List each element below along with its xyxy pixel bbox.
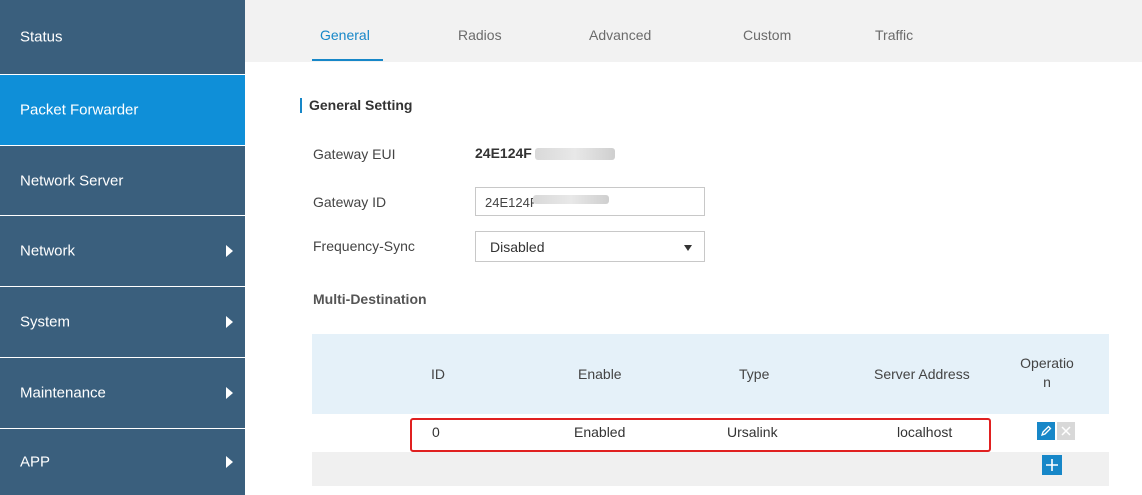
delete-button[interactable] [1057,422,1075,440]
chevron-down-icon [684,245,692,251]
sidebar-item-network[interactable]: Network [0,216,245,286]
sidebar-item-label: Status [20,28,63,46]
section-title: General Setting [309,97,413,113]
column-header-server-address: Server Address [874,366,970,382]
multi-destination-title: Multi-Destination [313,291,427,307]
sidebar-item-label: Packet Forwarder [20,101,139,119]
gateway-id-value: 24E124F [485,195,538,210]
sidebar: Status Packet Forwarder Network Server N… [0,0,245,495]
column-header-enable: Enable [578,366,622,382]
redacted-blur [533,195,609,204]
sidebar-item-label: Maintenance [20,384,106,402]
chevron-right-icon [226,387,233,399]
gateway-id-label: Gateway ID [313,194,387,210]
content-area: General Setting Gateway EUI 24E124F Gate… [245,62,1142,495]
column-header-id: ID [431,366,445,382]
sidebar-item-packet-forwarder[interactable]: Packet Forwarder [0,75,245,145]
column-header-operation: Operation [1020,355,1074,390]
sidebar-item-maintenance[interactable]: Maintenance [0,358,245,428]
sidebar-item-app[interactable]: APP [0,429,245,495]
pencil-icon [1040,425,1052,437]
table-add-row [312,452,1109,486]
active-tab-indicator [312,59,383,61]
chevron-right-icon [226,316,233,328]
edit-button[interactable] [1037,422,1055,440]
frequency-sync-label: Frequency-Sync [313,238,415,254]
sidebar-item-label: Network [20,242,76,260]
highlight-box [410,418,991,452]
sidebar-item-status[interactable]: Status [0,0,245,74]
section-marker [300,98,302,113]
tab-general[interactable]: General [320,27,370,43]
frequency-sync-select[interactable]: Disabled [475,231,705,262]
main-panel: General Radios Advanced Custom Traffic G… [245,0,1142,495]
gateway-eui-value: 24E124F [475,145,532,161]
tab-custom[interactable]: Custom [743,27,791,43]
frequency-sync-value: Disabled [490,239,545,255]
add-button[interactable] [1042,455,1062,475]
tab-traffic[interactable]: Traffic [875,27,913,43]
sidebar-item-label: System [20,313,71,331]
tab-bar: General Radios Advanced Custom Traffic [245,0,1142,62]
tab-advanced[interactable]: Advanced [589,27,651,43]
sidebar-item-system[interactable]: System [0,287,245,357]
redacted-blur [535,148,615,160]
column-header-type: Type [739,366,770,382]
sidebar-item-label: Network Server [20,172,124,189]
table-header: ID Enable Type Server Address Operation [312,334,1109,414]
close-icon [1061,426,1071,436]
sidebar-item-network-server[interactable]: Network Server [0,146,245,215]
chevron-right-icon [226,456,233,468]
gateway-eui-label: Gateway EUI [313,146,396,162]
plus-icon [1046,459,1058,471]
chevron-right-icon [226,245,233,257]
sidebar-item-label: APP [20,453,51,471]
tab-radios[interactable]: Radios [458,27,502,43]
